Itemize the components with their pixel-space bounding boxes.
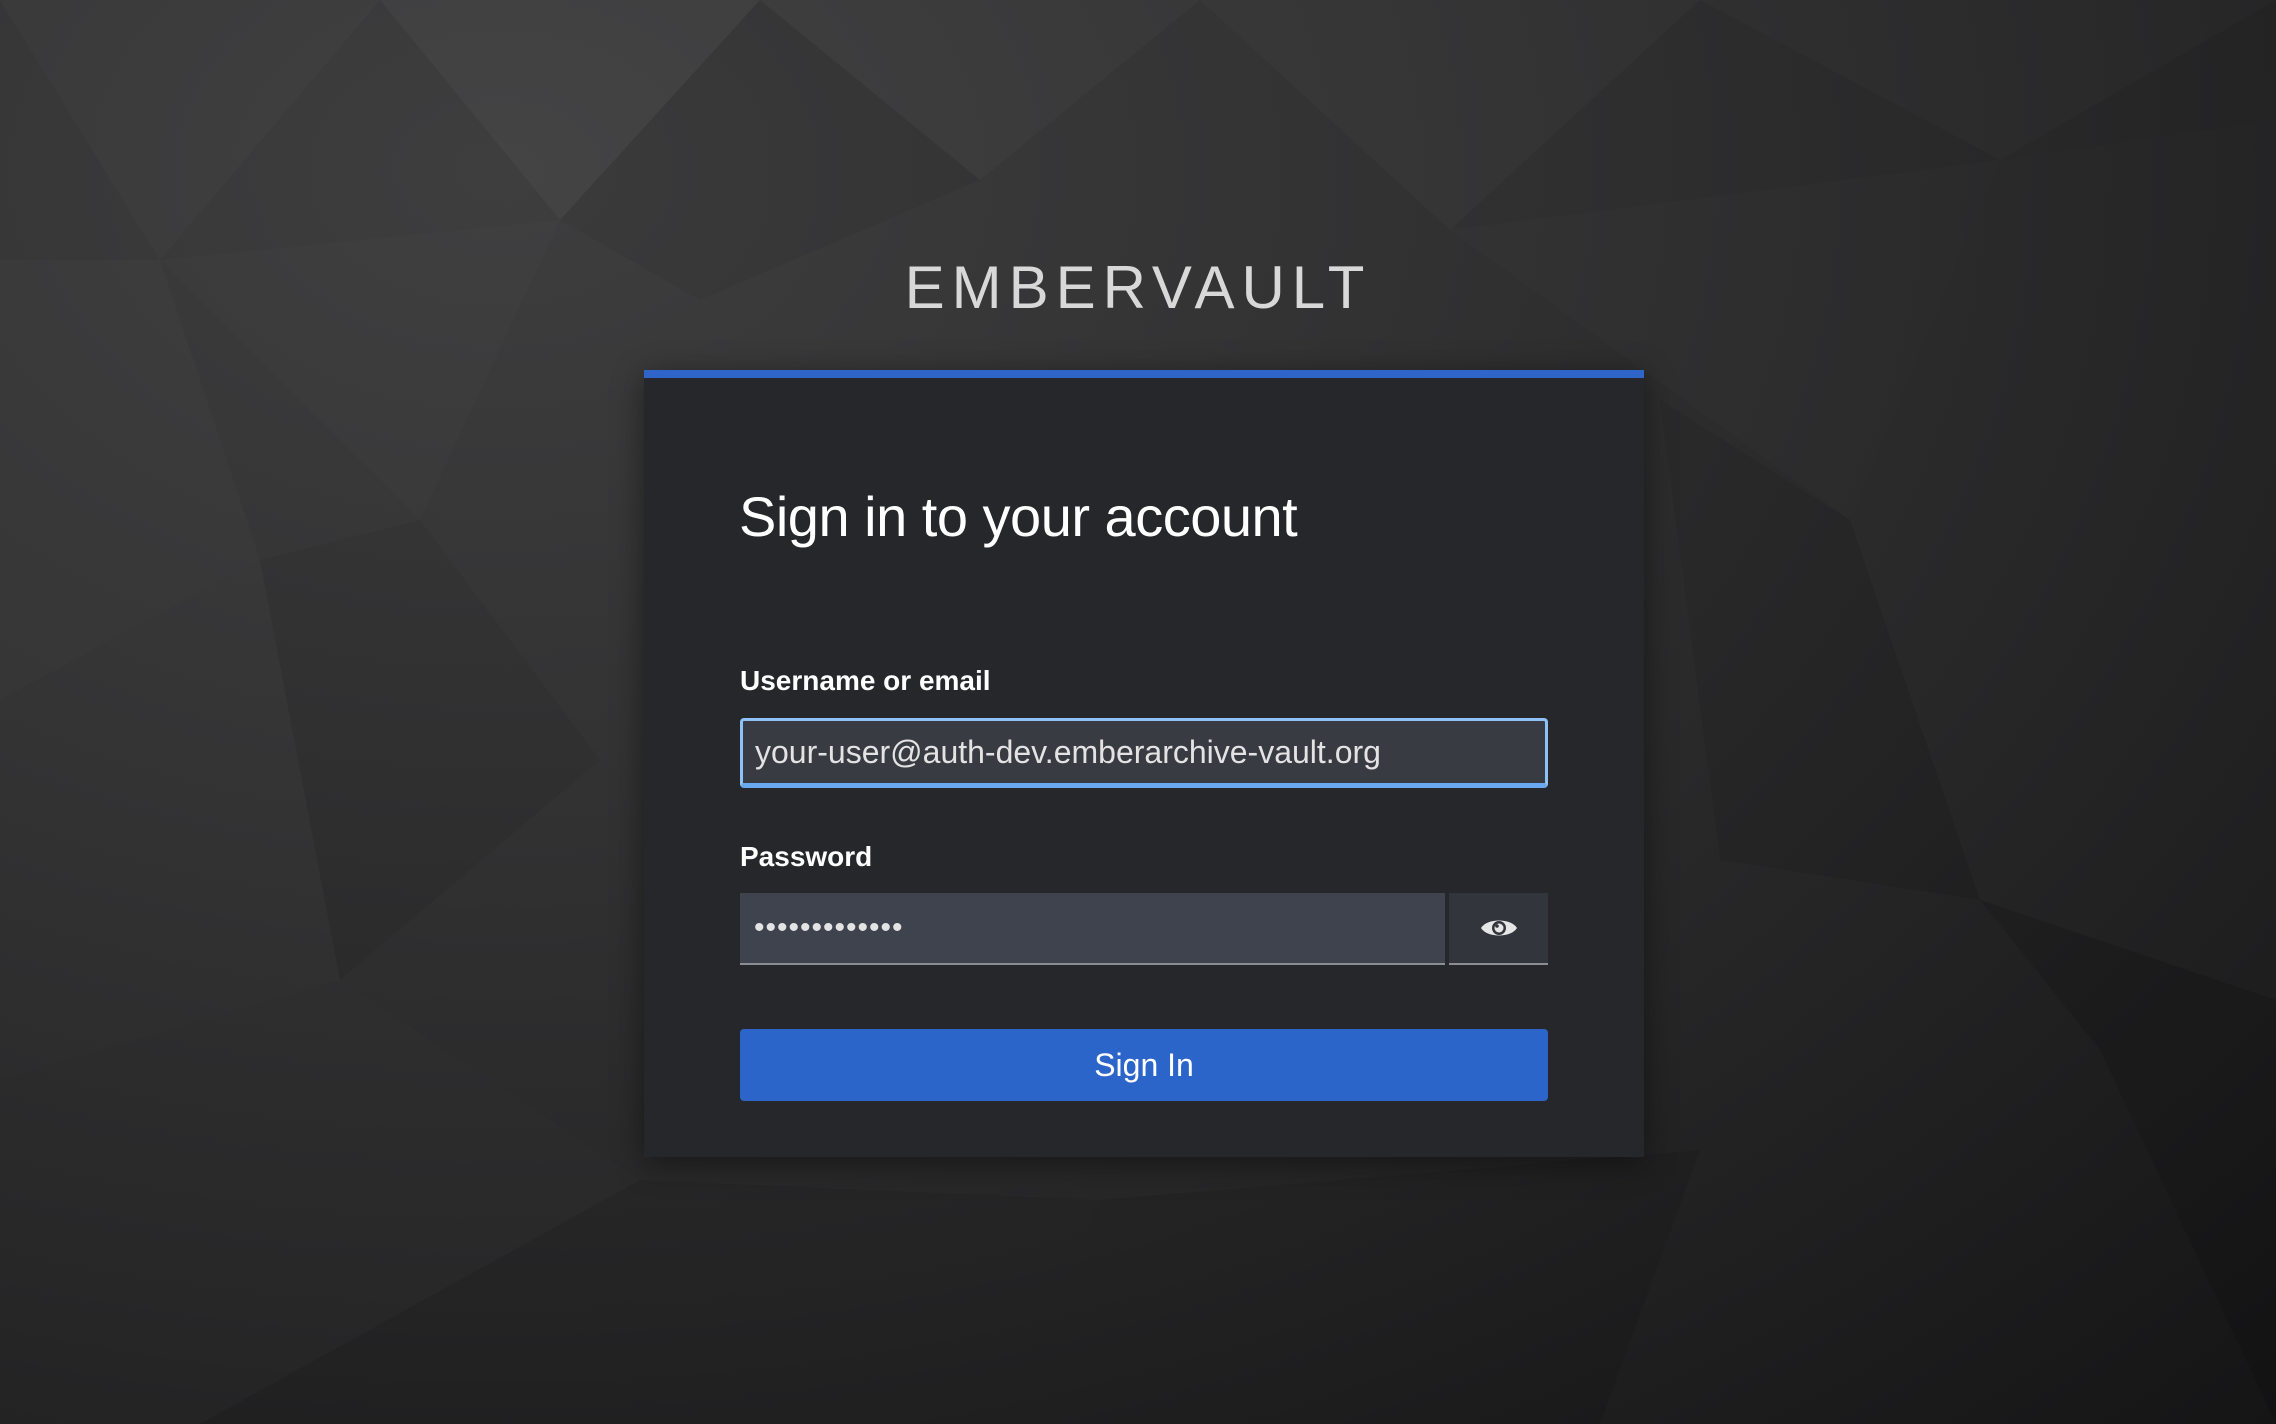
eye-icon — [1480, 916, 1518, 940]
password-label: Password — [740, 841, 873, 872]
page-title: Sign in to your account — [739, 485, 1298, 548]
username-label: Username or email — [740, 665, 991, 696]
login-card: Sign in to your account Username or emai… — [644, 370, 1644, 1157]
password-input[interactable] — [740, 893, 1445, 965]
password-field-group — [740, 893, 1548, 965]
sign-in-button[interactable]: Sign In — [740, 1029, 1548, 1101]
username-input[interactable] — [740, 718, 1548, 788]
brand-logo: EMBERVAULT — [904, 254, 1372, 321]
show-password-button[interactable] — [1449, 893, 1548, 965]
